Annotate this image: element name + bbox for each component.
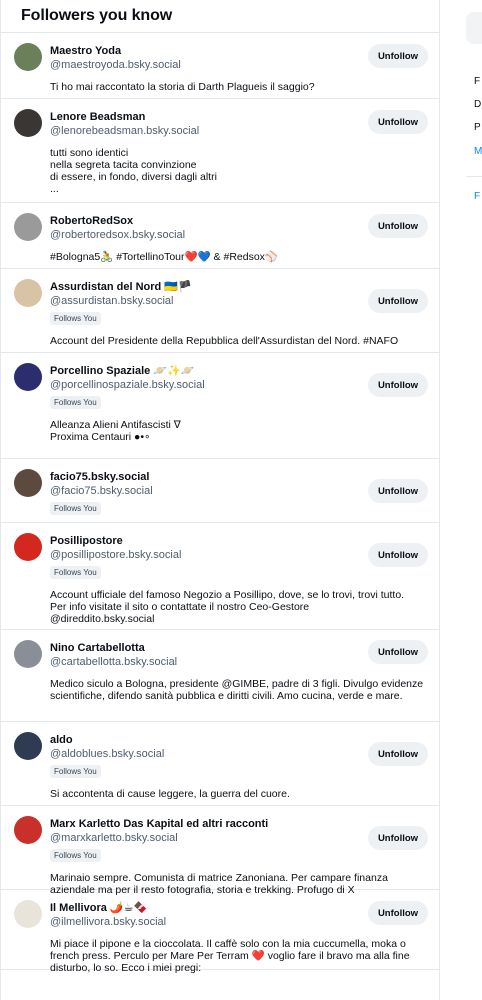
unfollow-button[interactable]: Unfollow bbox=[368, 373, 428, 397]
avatar[interactable] bbox=[14, 213, 42, 241]
list-item[interactable]: Il Mellivora 🌶️☕🍫 @ilmellivora.bsky.socia… bbox=[1, 890, 439, 974]
avatar[interactable] bbox=[14, 279, 42, 307]
user-bio: Si accontenta di cause leggere, la guerr… bbox=[50, 788, 290, 800]
unfollow-button[interactable]: Unfollow bbox=[368, 640, 428, 664]
followers-list: Maestro Yoda @maestroyoda.bsky.social Ti h… bbox=[1, 33, 439, 974]
avatar[interactable] bbox=[14, 363, 42, 391]
sidebar-link-more[interactable]: M bbox=[474, 146, 482, 157]
unfollow-button[interactable]: Unfollow bbox=[368, 44, 428, 68]
user-bio: Ti ho mai raccontato la storia di Darth … bbox=[50, 81, 315, 93]
follows-you-badge: Follows You bbox=[50, 502, 101, 515]
list-item[interactable]: aldo @aldoblues.bsky.social Follows You Si … bbox=[1, 722, 439, 806]
avatar[interactable] bbox=[14, 816, 42, 844]
followers-panel: Followers you know Maestro Yoda @maestroy… bbox=[0, 0, 440, 1000]
search-input[interactable] bbox=[466, 12, 482, 44]
follows-you-badge: Follows You bbox=[50, 396, 101, 409]
list-item[interactable]: Nino Cartabellotta @cartabellotta.bsky.so… bbox=[1, 630, 439, 722]
page-header: Followers you know bbox=[1, 0, 439, 33]
page-title: Followers you know bbox=[21, 7, 173, 24]
unfollow-button[interactable]: Unfollow bbox=[368, 742, 428, 766]
avatar[interactable] bbox=[14, 533, 42, 561]
right-sidebar: F D P M F bbox=[466, 0, 482, 1000]
unfollow-button[interactable]: Unfollow bbox=[368, 214, 428, 238]
unfollow-button[interactable]: Unfollow bbox=[368, 110, 428, 134]
sidebar-link-1[interactable]: F bbox=[474, 76, 480, 87]
avatar[interactable] bbox=[14, 640, 42, 668]
avatar[interactable] bbox=[14, 469, 42, 497]
list-item[interactable]: Assurdistan del Nord 🇺🇦🏴 @assurdistan.bsk… bbox=[1, 269, 439, 353]
user-bio: Mi piace il pipone e la cioccolata. Il c… bbox=[50, 938, 410, 974]
follows-you-badge: Follows You bbox=[50, 312, 101, 325]
avatar[interactable] bbox=[14, 43, 42, 71]
sidebar-link-3[interactable]: P bbox=[474, 122, 481, 133]
unfollow-button[interactable]: Unfollow bbox=[368, 543, 428, 567]
list-item[interactable]: facio75.bsky.social @facio75.bsky.social F… bbox=[1, 459, 439, 523]
user-bio: Account ufficiale del famoso Negozio a P… bbox=[50, 589, 405, 625]
user-bio: #Bologna5🚴 #TortellinoTour❤️💙 & #Redsox⚾ bbox=[50, 251, 278, 263]
sidebar-link-2[interactable]: D bbox=[474, 99, 481, 110]
follows-you-badge: Follows You bbox=[50, 849, 101, 862]
unfollow-button[interactable]: Unfollow bbox=[368, 479, 428, 503]
list-item[interactable]: Porcellino Spaziale 🪐✨🪐 @porcellinospazia… bbox=[1, 353, 439, 459]
avatar[interactable] bbox=[14, 732, 42, 760]
list-item[interactable]: Maestro Yoda @maestroyoda.bsky.social Ti h… bbox=[1, 33, 439, 99]
user-bio: Alleanza Alieni Antifascisti ∇ Proxima C… bbox=[50, 419, 181, 443]
avatar[interactable] bbox=[14, 900, 42, 928]
user-bio: Account del Presidente della Repubblica … bbox=[50, 335, 399, 347]
list-item[interactable]: Marx Karletto Das Kapital ed altri racco… bbox=[1, 806, 439, 896]
sidebar-divider bbox=[466, 176, 482, 177]
user-bio: tutti sono identici nella segreta tacita… bbox=[50, 147, 217, 195]
avatar[interactable] bbox=[14, 109, 42, 137]
list-item[interactable]: Lenore Beadsman @lenorebeadsman.bsky.soci… bbox=[1, 99, 439, 203]
user-bio: Medico siculo a Bologna, presidente @GIM… bbox=[50, 678, 424, 702]
follows-you-badge: Follows You bbox=[50, 765, 101, 778]
list-item[interactable]: RobertoRedSox @robertoredsox.bsky.social #… bbox=[1, 203, 439, 269]
list-item[interactable]: Posillipostore @posillipostore.bsky.socia… bbox=[1, 523, 439, 630]
follows-you-badge: Follows You bbox=[50, 566, 101, 579]
unfollow-button[interactable]: Unfollow bbox=[368, 289, 428, 313]
unfollow-button[interactable]: Unfollow bbox=[368, 826, 428, 850]
sidebar-footer-link[interactable]: F bbox=[474, 191, 480, 202]
unfollow-button[interactable]: Unfollow bbox=[368, 901, 428, 925]
